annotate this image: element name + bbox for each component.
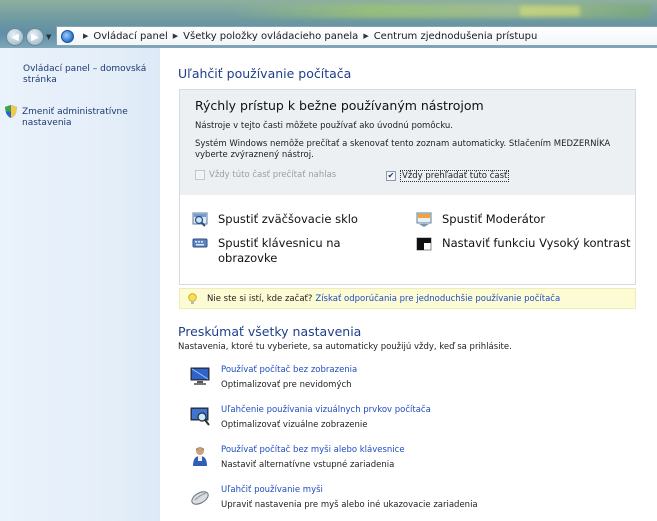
use-without-display-link[interactable]: Používať počítač bez zobrazenia [221,365,357,375]
read-aloud-checkbox[interactable] [195,170,205,180]
breadcrumb-chevron-icon[interactable]: ▶ [173,32,178,40]
monitor-icon [190,367,210,385]
shield-icon [5,105,17,118]
start-narrator-link[interactable]: Spustiť Moderátor [416,212,545,228]
start-onscreen-keyboard-label: Spustiť klávesnicu na obrazovke [218,236,341,265]
without-mouse-keyboard-description: Nastaviť alternatívne vstupné zariadenia [221,460,395,470]
magnifier-icon [192,212,208,227]
start-onscreen-keyboard-link[interactable]: Spustiť klávesnicu na obrazovke [192,236,392,266]
checkmark-icon: ✔ [387,171,395,180]
recommendation-bar: Nie ste si istí, kde začať? Získať odpor… [179,288,636,309]
person-icon [193,447,207,466]
ease-mouse-use-description: Upraviť nastavenia pre myš alebo iné uka… [221,500,478,510]
keyboard-icon [192,238,208,248]
breadcrumb-control-panel[interactable]: Ovládací panel [93,31,167,42]
explore-settings-description: Nastavenia, ktoré tu vyberiete, sa autom… [178,342,512,352]
sidebar-admin-settings-link[interactable]: Zmeniť administratívne nastavenia [22,107,152,129]
breadcrumb-all-items[interactable]: Všetky položky ovládacieho panela [183,31,358,42]
explore-settings-heading: Preskúmať všetky nastavenia [178,324,362,339]
start-narrator-label: Spustiť Moderátor [442,212,546,226]
quick-access-heading: Rýchly prístup k bežne používaným nástro… [195,98,484,113]
back-button[interactable]: ◀ [6,28,24,46]
read-aloud-option: Vždy túto časť prečítať nahlas [195,170,336,180]
sidebar-home-link[interactable]: Ovládací panel – domovská stránka [23,64,153,86]
start-magnifier-link[interactable]: Spustiť zväčšovacie sklo [192,212,358,228]
scan-label: Vždy prehľadať túto časť [400,170,510,182]
recommendation-text: Nie ste si istí, kde začať? [207,293,313,304]
start-magnifier-label: Spustiť zväčšovacie sklo [218,212,358,226]
forward-button[interactable]: ▶ [26,28,44,46]
set-high-contrast-label: Nastaviť funkciu Vysoký kontrast [442,236,631,250]
control-panel-icon [61,29,74,43]
use-without-display-description: Optimalizovať pre nevidomých [221,380,352,390]
get-recommendations-link[interactable]: Získať odporúčania pre jednoduchšie použ… [315,294,560,304]
titlebar-background-blur [520,6,580,16]
quick-access-panel: Rýchly prístup k bežne používaným nástro… [179,89,636,285]
scan-option: ✔ Vždy prehľadať túto časť [386,170,510,182]
quick-access-scan-note: Systém Windows nemôže prečítať a skenova… [195,139,611,160]
quick-access-header: Rýchly prístup k bežne používaným nástro… [180,90,635,195]
ease-mouse-use-link[interactable]: Uľahčiť používanie myši [221,485,323,495]
lightbulb-icon [188,292,197,304]
without-mouse-keyboard-link[interactable]: Používať počítač bez myši alebo klávesni… [221,445,405,455]
titlebar-background-blur [230,4,650,18]
read-aloud-label: Vždy túto časť prečítať nahlas [209,170,337,180]
visual-elements-link[interactable]: Uľahčenie používania vizuálnych prvkov p… [221,405,431,415]
quick-access-description: Nástroje v tejto časti môžete používať a… [195,121,453,131]
display-magnify-icon [190,407,210,426]
window-titlebar: ◀ ▶ ▼ ▶ Ovládací panel ▶ Všetky položky … [0,0,657,48]
narrator-icon [416,212,432,227]
arrow-right-icon: ▶ [31,31,39,43]
scan-checkbox[interactable]: ✔ [386,171,396,181]
breadcrumb-ease-of-access[interactable]: Centrum zjednodušenia prístupu [374,31,538,42]
breadcrumb-chevron-icon[interactable]: ▶ [363,32,368,40]
address-bar[interactable]: ▶ Ovládací panel ▶ Všetky položky ovláda… [56,26,657,46]
recent-pages-dropdown-icon[interactable]: ▼ [46,33,54,41]
sidebar: Ovládací panel – domovská stránka Zmeniť… [0,48,160,521]
breadcrumb-chevron-icon[interactable]: ▶ [83,32,88,40]
visual-elements-description: Optimalizovať vizuálne zobrazenie [221,420,368,430]
arrow-left-icon: ◀ [11,31,19,43]
mouse-icon [191,491,209,505]
high-contrast-icon [416,237,432,251]
set-high-contrast-link[interactable]: Nastaviť funkciu Vysoký kontrast [416,236,631,252]
page-title: Uľahčiť používanie počítača [178,66,352,81]
